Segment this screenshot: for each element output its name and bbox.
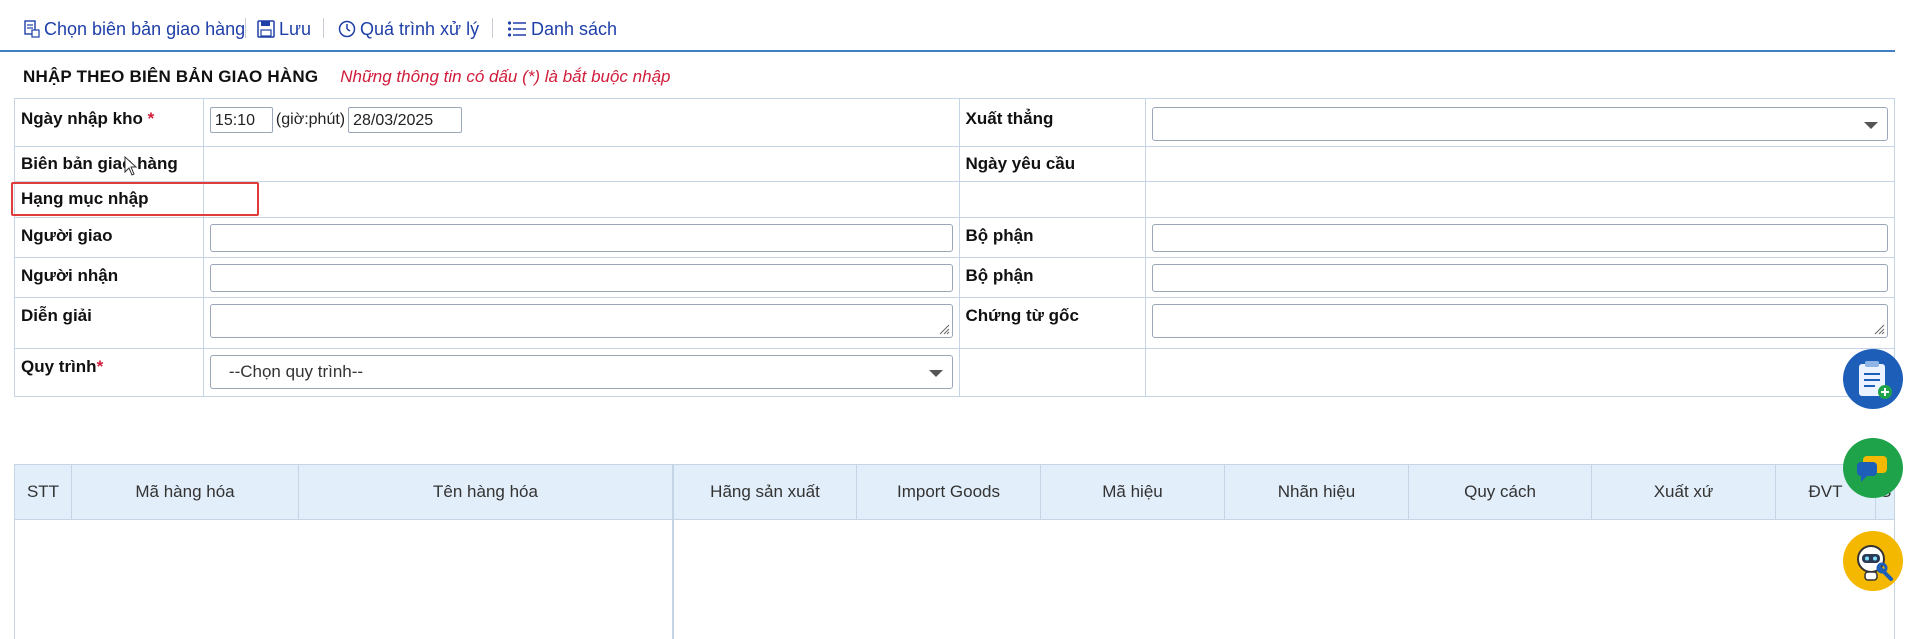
- chevron-down-icon: [1864, 122, 1878, 129]
- deliverer-input[interactable]: [209, 224, 953, 252]
- process-history-button[interactable]: Quá trình xử lý: [338, 17, 479, 41]
- goods-grid-left: STT Mã hàng hóa Tên hàng hóa: [14, 464, 673, 639]
- list-icon: [507, 21, 526, 37]
- delivery-record-label: Biên bản giao hàng: [14, 146, 204, 182]
- original-doc-label: Chứng từ gốc: [958, 297, 1147, 349]
- column-header-manufacturer[interactable]: Hãng sản xuất: [674, 465, 857, 520]
- receipt-form: Ngày nhập kho * 15:10 (giờ:phút) 28/03/202…: [14, 98, 1895, 397]
- goods-grid-right: Hãng sản xuất Import Goods Mã hiệu Nhãn …: [673, 464, 1895, 639]
- required-note: Những thông tin có dấu (*) là bắt buộc n…: [340, 67, 671, 86]
- chevron-down-icon: [928, 370, 943, 377]
- document-list-icon: [24, 20, 40, 38]
- request-date-value: [1145, 146, 1895, 182]
- date-input[interactable]: 28/03/2025: [348, 107, 463, 133]
- chat-icon: [1857, 456, 1887, 482]
- toolbar-divider: [323, 18, 324, 38]
- chat-button[interactable]: [1843, 438, 1903, 498]
- time-input[interactable]: 15:10: [209, 107, 273, 133]
- toolbar-divider: [492, 18, 493, 38]
- description-textarea[interactable]: [209, 304, 953, 338]
- import-category-value: [202, 181, 960, 218]
- process-history-label: Quá trình xử lý: [360, 18, 480, 39]
- column-header-origin[interactable]: Xuất xứ: [1592, 465, 1776, 520]
- save-button[interactable]: Lưu: [257, 17, 311, 41]
- mouse-cursor-icon: [124, 156, 138, 176]
- toolbar-divider: [245, 18, 246, 38]
- receiver-input[interactable]: [209, 264, 953, 292]
- save-icon: [257, 20, 275, 38]
- direct-export-label: Xuất thẳng: [958, 98, 1147, 147]
- process-select[interactable]: --Chọn quy trình--: [209, 355, 953, 389]
- request-date-label: Ngày yêu cầu: [958, 146, 1147, 182]
- process-select-value: --Chọn quy trình--: [228, 362, 364, 381]
- deliverer-dept-input[interactable]: [1152, 224, 1888, 252]
- column-header-specification[interactable]: Quy cách: [1409, 465, 1592, 520]
- time-unit-label: (giờ:phút): [275, 111, 346, 128]
- highlight-box: [11, 182, 259, 216]
- import-date-label: Ngày nhập kho *: [14, 98, 204, 147]
- receiver-label: Người nhận: [14, 257, 204, 298]
- toolbar: Chọn biên bản giao hàng Lưu Quá trình xử…: [0, 0, 1895, 52]
- receiver-dept-input[interactable]: [1152, 264, 1888, 292]
- clipboard-add-icon: [1859, 361, 1892, 399]
- list-label: Danh sách: [531, 18, 618, 39]
- clock-icon: [338, 20, 356, 38]
- column-header-product-name[interactable]: Tên hàng hóa: [299, 465, 672, 520]
- column-header-model-code[interactable]: Mã hiệu: [1041, 465, 1225, 520]
- robot-support-icon: [1857, 545, 1893, 581]
- save-label: Lưu: [279, 18, 312, 39]
- direct-export-select[interactable]: [1152, 107, 1888, 141]
- receiver-dept-label: Bộ phận: [958, 257, 1147, 298]
- choose-delivery-label: Chọn biên bản giao hàng: [44, 18, 246, 39]
- form-heading: NHẬP THEO BIÊN BẢN GIAO HÀNG Những thông…: [23, 64, 670, 90]
- list-button[interactable]: Danh sách: [507, 17, 617, 41]
- column-header-brand[interactable]: Nhãn hiệu: [1225, 465, 1409, 520]
- resize-grip-icon[interactable]: [1873, 323, 1885, 335]
- column-header-import-goods[interactable]: Import Goods: [857, 465, 1041, 520]
- original-doc-textarea[interactable]: [1152, 304, 1888, 338]
- description-label: Diễn giải: [14, 297, 204, 349]
- deliverer-label: Người giao: [14, 217, 204, 258]
- delivery-record-value: [202, 146, 960, 182]
- choose-delivery-button[interactable]: Chọn biên bản giao hàng: [24, 17, 245, 41]
- column-header-product-code[interactable]: Mã hàng hóa: [72, 465, 299, 520]
- robot-support-button[interactable]: [1843, 531, 1903, 591]
- clipboard-add-button[interactable]: [1843, 349, 1903, 409]
- column-header-stt[interactable]: STT: [15, 465, 72, 520]
- resize-grip-icon[interactable]: [938, 323, 950, 335]
- deliverer-dept-label: Bộ phận: [958, 217, 1147, 258]
- process-label: Quy trình*: [14, 348, 204, 397]
- page-title: NHẬP THEO BIÊN BẢN GIAO HÀNG: [23, 67, 319, 86]
